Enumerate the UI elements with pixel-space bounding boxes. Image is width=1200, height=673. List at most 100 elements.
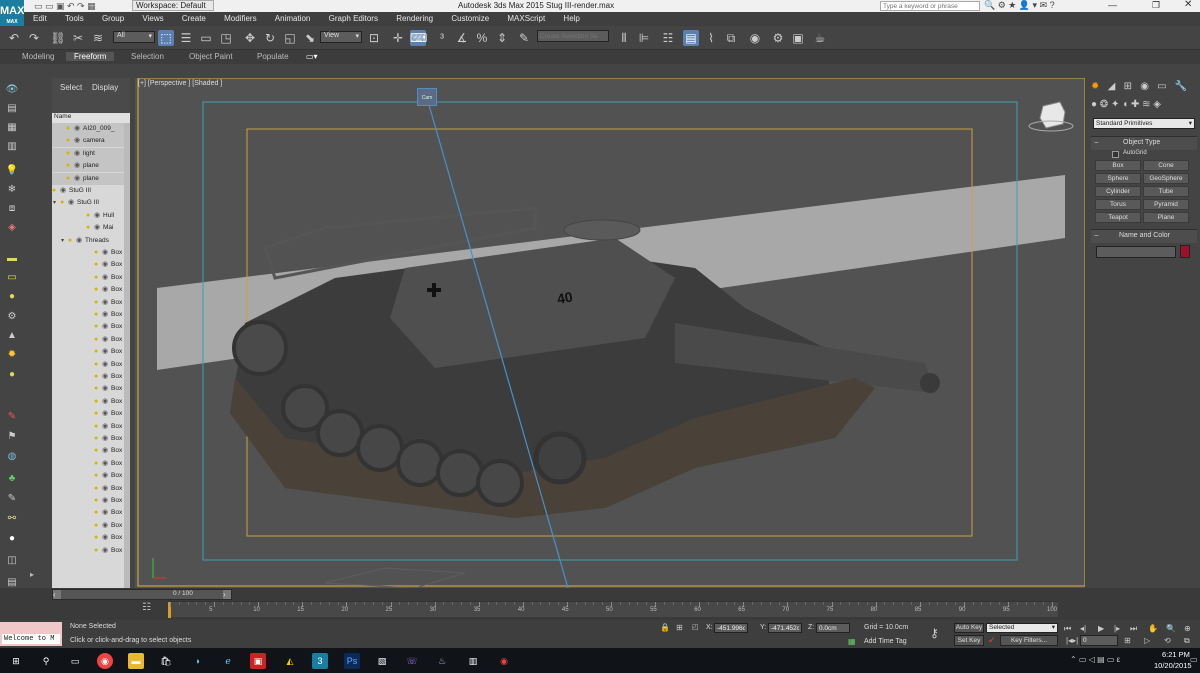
tube-button[interactable]: Tube [1143,186,1189,197]
photoshop-icon[interactable]: Ps [344,653,360,669]
selection-filter-dropdown[interactable]: All ▾ [113,31,155,43]
redo-icon[interactable]: ↷ [26,30,42,46]
visibility-bulb-icon[interactable]: ● [66,123,70,135]
time-configuration-icon[interactable]: ⊞ [1124,636,1131,645]
rectangular-selection-icon[interactable]: ▭ [198,30,214,46]
utilities-tab-icon[interactable]: 🔧 [1175,81,1187,92]
ribbon-options-icon[interactable]: ▭▾ [306,52,318,61]
tree-item[interactable]: ● ◉ Box [52,532,124,544]
tree-item[interactable]: ● ◉ light [52,147,124,160]
spinner-snap-icon[interactable]: ⇕ [494,30,510,46]
visibility-bulb-icon[interactable]: ● [94,346,98,358]
material-editor-icon[interactable]: ◉ [747,30,763,46]
time-slider[interactable]: ‹ 0 / 100 › [52,589,232,600]
tray-icons[interactable]: ⌃ ▭ ◁ ▤ ▭ ε [1070,655,1120,664]
visibility-bulb-icon[interactable]: ● [94,297,98,309]
visibility-bulb-icon[interactable]: ● [94,483,98,495]
column-header-name[interactable]: Name [52,113,130,123]
maya-icon[interactable]: ◗ [190,653,206,669]
zoom-icon[interactable]: 🔍 [1166,624,1176,633]
lock-selection-icon[interactable]: 🔒 [660,623,670,632]
tree-item[interactable]: ● ◉ Box [52,284,124,296]
visibility-bulb-icon[interactable]: ● [86,222,90,234]
pivot-center-icon[interactable]: ⊡ [366,30,382,46]
visibility-bulb-icon[interactable]: ● [94,272,98,284]
perspective-viewport[interactable]: [+] [Perspective ] [Shaded ] 40 Cam [135,78,1085,588]
select-manipulate-icon[interactable]: ✛ [390,30,406,46]
link-icon[interactable]: ⛓ [50,30,66,46]
tree-item[interactable]: ● ◉ Box [52,309,124,321]
quick-access-icons[interactable]: ▭ ▭ ▣ ↶ ↷ ▦ [34,1,96,12]
tree-item[interactable]: ● ◉ Box [52,445,124,457]
box-button[interactable]: Box [1095,160,1141,171]
tree-item[interactable]: ● ◉ Box [52,383,124,395]
tree-item[interactable]: ● ◉ Box [52,507,124,519]
key-mode-toggle-icon[interactable]: |◂▸| [1066,636,1078,645]
tree-item[interactable]: ● ◉ Box [52,433,124,445]
place-icon[interactable]: ⬊ [302,30,318,46]
teapot-button[interactable]: Teapot [1095,212,1141,223]
menu-views[interactable]: Views [133,12,170,23]
y-coordinate-field[interactable] [768,623,802,633]
geometry-filter-icon[interactable]: ▬ [5,252,19,266]
tree-item[interactable]: ● ◉ Box [52,334,124,346]
set-key-button[interactable]: Set Key [954,635,984,646]
geosphere-button[interactable]: GeoSphere [1143,173,1189,184]
snaps-toggle-icon[interactable]: ³ [434,30,450,46]
relative-mode-icon[interactable]: ⊞ [676,623,683,632]
particle-filter-icon[interactable]: ⚑ [5,430,19,444]
visibility-bulb-icon[interactable]: ● [94,421,98,433]
previous-frame-icon[interactable]: ◂| [1080,624,1086,633]
ribbon-tab-selection[interactable]: Selection [131,52,164,61]
menu-group[interactable]: Group [93,12,131,23]
menu-animation[interactable]: Animation [266,12,318,23]
align-icon[interactable]: ⊫ [636,30,652,46]
goto-end-icon[interactable]: ⏭ [1130,624,1137,634]
tree-item[interactable]: ● ◉ Box [52,408,124,420]
menu-maxscript[interactable]: MAXScript [498,12,552,23]
track-bar[interactable]: 5 10 15 20 25 30 35 40 45 50 55 60 65 70 75 80 85 90 95 100 [168,601,1058,618]
sphere-filter-icon[interactable]: ● [5,290,19,304]
app-logo[interactable]: MAX MAX [0,0,24,26]
trackbar-toggle-icon[interactable]: ☷ [142,602,156,616]
key-filters-button[interactable]: Key Filters... [1000,635,1058,646]
visibility-bulb-icon[interactable]: ● [94,458,98,470]
menu-create[interactable]: Create [173,12,213,23]
infocenter-icons[interactable]: 🔍 ⚙ ★ 👤 ▾ ✉ ? [984,0,1055,11]
tree-item[interactable]: ● ◉ Box [52,297,124,309]
sphere-button[interactable]: Sphere [1095,173,1141,184]
tree-item[interactable]: ● ◉ Box [52,520,124,532]
autogrid-checkbox[interactable] [1112,151,1119,158]
visibility-bulb-icon[interactable]: ● [94,321,98,333]
tree-item[interactable]: ● ◉ plane [52,172,124,185]
undo-icon[interactable]: ↶ [6,30,22,46]
select-by-name-icon[interactable]: ☰ [178,30,194,46]
steam-icon[interactable]: ♨ [434,653,450,669]
visibility-bulb-icon[interactable]: ● [94,507,98,519]
time-slider-right-arrow-icon[interactable]: › [223,590,231,599]
help-search-input[interactable] [880,1,980,11]
scene-explorer-tool-icon[interactable]: ▤ [5,102,19,116]
recorder-icon[interactable]: ◉ [496,653,512,669]
photos-icon[interactable]: ▧ [374,653,390,669]
frozen-icon[interactable]: ❄ [5,183,19,197]
display-toggle-icon[interactable]: ▥ [5,140,19,154]
visibility-bulb-icon[interactable]: ● [66,173,70,185]
menu-tools[interactable]: Tools [56,12,91,23]
notifications-icon[interactable]: ▭ [1190,655,1198,664]
visibility-bulb-icon[interactable]: ● [60,197,64,209]
primitive-category-dropdown[interactable]: Standard Primitives ▾ [1093,118,1195,129]
viewcube-icon[interactable] [1039,101,1066,129]
goto-start-icon[interactable]: ⏮ [1064,624,1071,634]
next-frame-icon[interactable]: |▸ [1114,624,1120,633]
ie-icon[interactable]: ℯ [220,653,236,669]
tree-item[interactable]: ● ◉ Box [52,470,124,482]
maxscript-input[interactable]: Welcome to M [2,634,60,644]
visibility-bulb-icon[interactable]: ● [86,210,90,222]
viber-icon[interactable]: ☏ [404,653,420,669]
expand-arrow-icon[interactable]: ▾ [53,197,56,209]
tree-item[interactable]: ● ◉ Box [52,359,124,371]
close-button[interactable]: ✕ [1184,0,1192,10]
tree-item[interactable]: ●◉StuG III▾ [52,185,124,197]
visibility-bulb-icon[interactable]: ● [66,135,70,147]
